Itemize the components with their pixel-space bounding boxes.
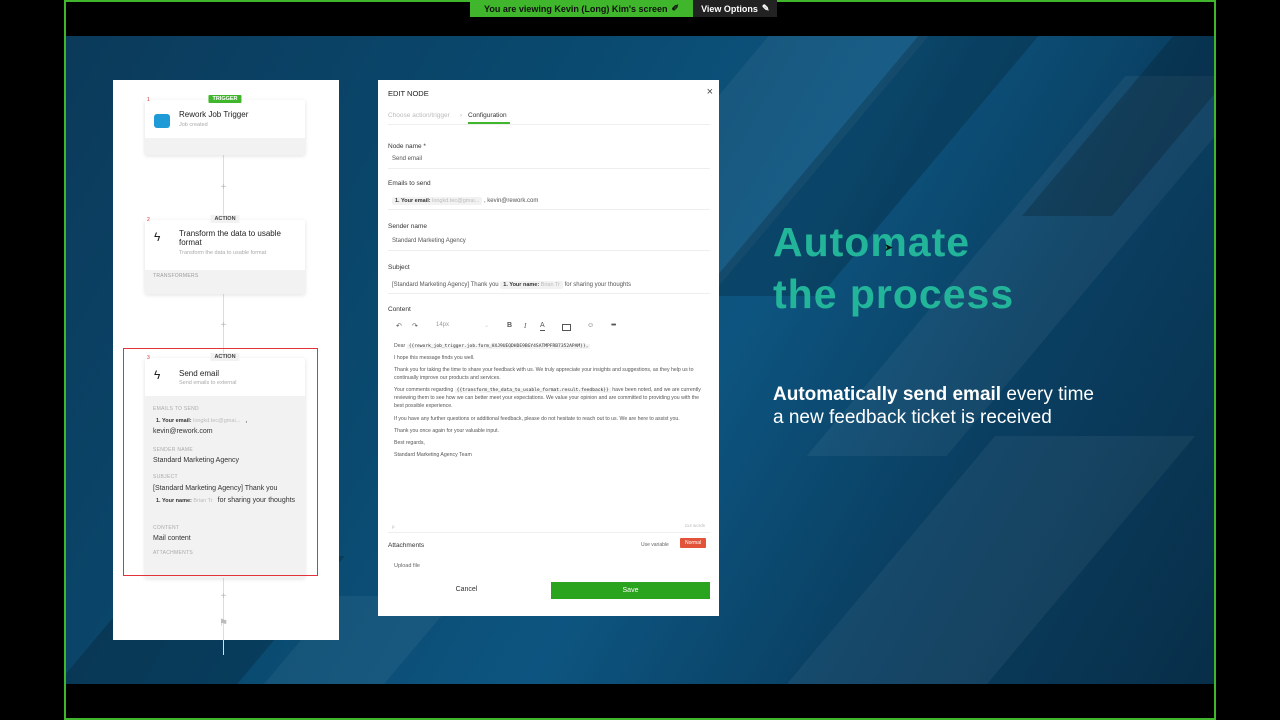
action-badge: ACTION [210, 215, 240, 223]
image-icon[interactable] [562, 324, 571, 331]
slide-subheading: Automatically send email every time a ne… [773, 383, 1173, 429]
word-count: 114 words [684, 523, 705, 528]
node-name-label: Node name * [388, 143, 426, 150]
mouse-cursor-icon: ➤ [884, 242, 894, 254]
sub-bold: Automatically send email [773, 384, 1002, 405]
bg-stripe [1022, 36, 1214, 216]
chip-placeholder: Brian Tr [540, 282, 560, 288]
viewing-text: You are viewing Kevin (Long) Kim's scree… [484, 3, 668, 14]
add-step-icon[interactable]: + [218, 591, 229, 602]
view-options-button[interactable]: View Options ✎ [693, 0, 778, 17]
node-footer [145, 138, 305, 155]
font-size-select[interactable]: 14px [436, 322, 449, 328]
trigger-badge: TRIGGER [208, 95, 242, 103]
screen-share-banner: You are viewing Kevin (Long) Kim's scree… [470, 0, 778, 17]
subject-text: [Standard Marketing Agency] Thank you [392, 282, 499, 288]
selected-node-highlight [123, 348, 318, 576]
greeting: Dear {{rework_job_trigger.job.form_HXJ9U… [394, 342, 704, 350]
tab-divider [388, 124, 710, 125]
node-subtitle: Transform the data to usable format [179, 250, 267, 256]
close-icon[interactable]: × [707, 86, 713, 98]
node-subtitle: Job created [179, 122, 208, 128]
emails-label: Emails to send [388, 180, 431, 187]
subject-text: for sharing your thoughts [564, 282, 632, 288]
save-button[interactable]: Save [551, 582, 710, 599]
screen-share-stage: You are viewing Kevin (Long) Kim's scree… [0, 0, 1280, 720]
email-body[interactable]: Dear {{rework_job_trigger.job.form_HXJ9U… [394, 342, 704, 459]
sub-text: every time [1006, 384, 1094, 405]
variable-chip[interactable]: 1. Your name: Brian Tr [500, 281, 563, 289]
undo-icon[interactable]: ↶ [396, 322, 402, 330]
cancel-button[interactable]: Cancel [388, 580, 545, 599]
body-paragraph: Thank you once again for your valuable i… [394, 427, 499, 434]
path-marker: p [392, 524, 395, 529]
end-flag-icon: ⚑ [219, 618, 228, 629]
body-paragraph: Best regards, [394, 439, 425, 446]
chip-placeholder: longkd.tec@gmai... [432, 198, 480, 204]
body-text: Your comments regarding [394, 387, 454, 394]
add-step-icon[interactable]: + [218, 320, 229, 331]
body-paragraph: If you have any further questions or add… [394, 415, 680, 422]
attachments-label: Attachments [388, 542, 425, 549]
subject-input[interactable]: [Standard Marketing Agency] Thank you 1.… [388, 277, 710, 294]
body-paragraph: Standard Marketing Agency Team [394, 451, 472, 458]
node-number: 2 [147, 217, 150, 223]
heading-line: Automate [773, 219, 971, 265]
body-paragraph: Thank you for taking the time to share y… [394, 367, 694, 382]
chip-label: 1. Your email: [395, 198, 431, 204]
chip-label: 1. Your name: [503, 282, 540, 288]
node-number: 1 [147, 97, 150, 103]
chevron-right-icon: › [460, 112, 463, 119]
redo-icon[interactable]: ↷ [412, 322, 418, 330]
pencil-icon: ✎ [761, 3, 770, 13]
sub-text: a new feedback ticket is received [773, 407, 1052, 428]
upload-file-button[interactable]: Upload file [394, 563, 420, 569]
transform-node[interactable]: ACTION 2 ϟ Transform the data to usable … [145, 215, 305, 294]
emails-input[interactable]: 1. Your email: longkd.tec@gmai... , kevi… [388, 193, 710, 210]
slide-heading: Automate the process [773, 216, 1014, 320]
bold-icon[interactable]: B [507, 322, 512, 329]
viewing-label: You are viewing Kevin (Long) Kim's scree… [470, 0, 694, 17]
bg-stripe [776, 436, 1196, 684]
node-title: Transform the data to usable format [179, 229, 281, 247]
node-title: Rework Job Trigger [179, 110, 249, 119]
dialog-title: EDIT NODE [388, 89, 429, 98]
variable-chip[interactable]: 1. Your email: longkd.tec@gmai... [392, 197, 483, 205]
tab-choose-action[interactable]: Choose action/trigger [388, 112, 450, 119]
variable-token: {{rework_job_trigger.job.form_HXJ9UEQDHD… [406, 344, 591, 349]
transformers-section: TRANSFORMERS [145, 270, 305, 294]
sender-name-label: Sender name [388, 223, 428, 230]
subject-label: Subject [388, 264, 410, 271]
view-options-label: View Options [701, 3, 758, 14]
emails-extra: , kevin@rework.com [483, 198, 539, 204]
heading-line: the process [773, 271, 1015, 317]
italic-icon[interactable]: I [524, 322, 526, 330]
chevron-down-icon: ⌄ [484, 323, 490, 329]
body-paragraph: I hope this message finds you well. [394, 355, 475, 362]
content-divider [388, 532, 710, 533]
node-name-input[interactable]: Send email [388, 152, 710, 169]
content-label: Content [388, 306, 411, 313]
dear-text: Dear [394, 343, 406, 349]
body-paragraph: Your comments regarding {{transform_the_… [394, 386, 704, 410]
presentation-slide: + + + ⚑ TRIGGER 1 Rework Job Trigger Job… [66, 36, 1214, 684]
tab-configuration[interactable]: Configuration [468, 112, 507, 119]
sender-name-input[interactable]: Standard Marketing Agency [388, 234, 710, 251]
lightning-icon: ϟ [154, 230, 161, 244]
use-variable-toggle[interactable]: Use variable [641, 542, 669, 548]
more-icon[interactable]: ••• [611, 322, 616, 329]
trigger-node[interactable]: TRIGGER 1 Rework Job Trigger Job created [145, 95, 305, 155]
variable-token: {{transform_the_data_to_usable_format.re… [454, 388, 611, 394]
text-color-icon[interactable]: A [540, 322, 545, 331]
rework-logo-icon [154, 114, 170, 128]
normal-toggle[interactable]: Normal [680, 538, 707, 548]
emoji-icon[interactable]: ☺ [587, 322, 594, 329]
pin-icon: ✐ [671, 3, 680, 13]
add-step-icon[interactable]: + [218, 182, 229, 193]
edit-node-dialog: EDIT NODE × Choose action/trigger › Conf… [378, 80, 719, 616]
